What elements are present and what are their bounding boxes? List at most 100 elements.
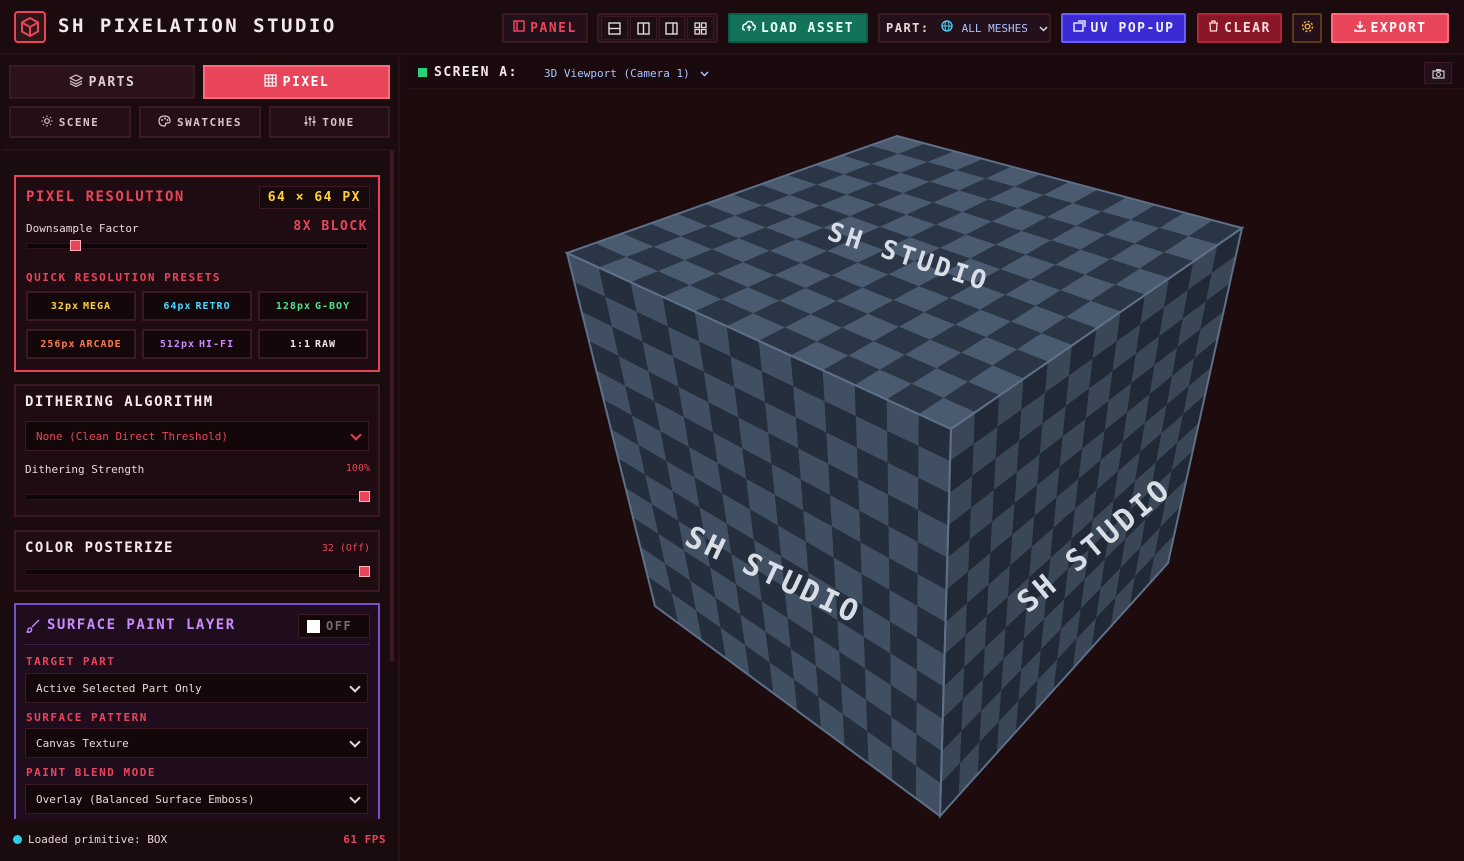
camera-select-value: 3D Viewport (Camera 1) [544, 66, 690, 80]
toggle-checkbox[interactable] [307, 619, 320, 633]
layout-split-icon[interactable] [629, 16, 657, 40]
chevron-down-icon [350, 429, 362, 441]
chevron-down-icon [349, 736, 361, 748]
posterize-value: 32 (Off) [321, 543, 370, 554]
screen-active-indicator-icon [418, 68, 427, 77]
chevron-down-icon [349, 792, 361, 804]
posterize-title: COLOR POSTERIZE [25, 540, 174, 556]
grid-icon [264, 73, 277, 91]
preset-button[interactable]: 512px HI-FI [142, 329, 252, 359]
downsample-slider-thumb[interactable] [70, 240, 81, 251]
preset-name: ARCADE [79, 338, 122, 350]
surface-paint-toggle[interactable]: OFF [298, 614, 370, 638]
cube-model[interactable]: SH STUDIOSH STUDIO SH STUDIO [564, 134, 1245, 819]
settings-button[interactable] [1292, 13, 1322, 43]
app-root: SH PIXELATION STUDIO PANEL LOAD ASSET PA… [0, 0, 1464, 861]
camera-icon [1431, 64, 1445, 83]
camera-select[interactable]: 3D Viewport (Camera 1) [536, 62, 714, 84]
preset-size: 256px [40, 338, 76, 350]
settings-scroll-area[interactable]: PIXEL RESOLUTION 64 × 64 PX Downsample F… [2, 149, 396, 819]
target-part-select[interactable]: Active Selected Part Only [25, 673, 368, 703]
tab-pixel[interactable]: PIXEL [203, 65, 390, 99]
sliders-icon [304, 115, 316, 130]
downsample-slider[interactable] [26, 240, 368, 251]
preset-button[interactable]: 1:1 RAW [258, 329, 368, 359]
preset-size: 64px [163, 300, 192, 312]
downsample-value: 8x BLOCK [293, 219, 368, 234]
preset-name: RAW [315, 338, 337, 350]
preset-button[interactable]: 64px RETRO [142, 291, 252, 321]
clear-button[interactable]: CLEAR [1197, 13, 1282, 43]
layout-sidebar-icon[interactable] [658, 16, 686, 40]
posterize-slider[interactable] [25, 566, 370, 577]
presets-title: QUICK RESOLUTION PRESETS [26, 271, 221, 284]
subtab-swatches[interactable]: SWATCHES [139, 106, 261, 138]
chevron-down-icon [700, 67, 709, 80]
dithering-strength-label: Dithering Strength [25, 463, 145, 476]
layout-single-icon[interactable] [601, 16, 628, 40]
dithering-strength-slider[interactable] [25, 491, 370, 502]
gear-icon [1300, 19, 1315, 38]
export-label: EXPORT [1370, 20, 1427, 36]
left-panel: PARTS PIXEL SCENE SWATCHES TONE PIXEL RE… [0, 57, 400, 861]
layout-toggle-group [597, 13, 718, 43]
tab-pixel-label: PIXEL [282, 74, 330, 90]
dithering-title: DITHERING ALGORITHM [25, 394, 214, 410]
part-selector[interactable]: PART: ALL MESHES [878, 13, 1051, 43]
preset-button[interactable]: 256px ARCADE [26, 329, 136, 359]
download-icon [1353, 20, 1366, 36]
preset-size: 128px [275, 300, 311, 312]
dithering-card: DITHERING ALGORITHM None (Clean Direct T… [14, 384, 380, 517]
viewport-pane[interactable]: SCREEN A: 3D Viewport (Camera 1) SH STUD… [408, 57, 1464, 861]
fps-counter: 61 FPS [343, 833, 386, 846]
dithering-strength-value: 100% [345, 463, 370, 474]
clear-label: CLEAR [1224, 20, 1271, 36]
export-button[interactable]: EXPORT [1331, 13, 1449, 43]
blend-mode-value: Overlay (Balanced Surface Emboss) [36, 792, 255, 806]
preset-button[interactable]: 32px MEGA [26, 291, 136, 321]
preset-size: 1:1 [289, 338, 311, 350]
cloud-upload-icon [741, 20, 756, 36]
posterize-slider-thumb[interactable] [359, 566, 370, 577]
load-asset-button[interactable]: LOAD ASSET [728, 13, 868, 43]
top-bar: SH PIXELATION STUDIO PANEL LOAD ASSET PA… [0, 0, 1464, 55]
surface-pattern-value: Canvas Texture [36, 736, 129, 750]
status-text: Loaded primitive: BOX [28, 833, 168, 846]
part-value: ALL MESHES [961, 21, 1028, 35]
subtab-swatches-label: SWATCHES [177, 115, 242, 129]
surface-pattern-select[interactable]: Canvas Texture [25, 728, 368, 758]
divider [24, 644, 370, 645]
preset-button[interactable]: 128px G-BOY [258, 291, 368, 321]
target-part-value: Active Selected Part Only [36, 681, 202, 695]
popup-window-icon [1072, 20, 1086, 36]
blend-mode-select[interactable]: Overlay (Balanced Surface Emboss) [25, 784, 368, 814]
panel-icon [513, 20, 525, 36]
tab-parts[interactable]: PARTS [9, 65, 195, 99]
chevron-down-icon [349, 681, 361, 693]
subtab-tone-label: TONE [322, 115, 355, 129]
app-logo-icon [14, 11, 46, 43]
scrollbar[interactable] [390, 151, 394, 661]
blend-mode-title: PAINT BLEND MODE [26, 766, 156, 779]
subtab-tone[interactable]: TONE [269, 106, 390, 138]
panel-button[interactable]: PANEL [502, 13, 588, 43]
dithering-select[interactable]: None (Clean Direct Threshold) [25, 421, 369, 451]
status-dot-icon [13, 835, 22, 844]
uv-popup-button[interactable]: UV POP-UP [1061, 13, 1186, 43]
screenshot-button[interactable] [1424, 62, 1452, 84]
dithering-selected-value: None (Clean Direct Threshold) [36, 429, 229, 443]
layers-icon [68, 73, 84, 91]
panel-button-label: PANEL [530, 20, 577, 36]
target-part-title: TARGET PART [26, 655, 116, 668]
preset-size: 512px [159, 338, 195, 350]
screen-label: SCREEN A: [434, 65, 518, 80]
posterize-card: COLOR POSTERIZE 32 (Off) [14, 530, 380, 592]
preset-size: 32px [50, 300, 79, 312]
subtab-scene[interactable]: SCENE [9, 106, 131, 138]
preset-name: HI-FI [199, 338, 235, 350]
layout-grid-icon[interactable] [687, 16, 714, 40]
part-label: PART: [886, 21, 930, 35]
dithering-strength-slider-thumb[interactable] [359, 491, 370, 502]
preset-name: G-BOY [315, 300, 351, 312]
3d-viewport-canvas[interactable]: SH STUDIOSH STUDIO SH STUDIO [408, 89, 1464, 861]
